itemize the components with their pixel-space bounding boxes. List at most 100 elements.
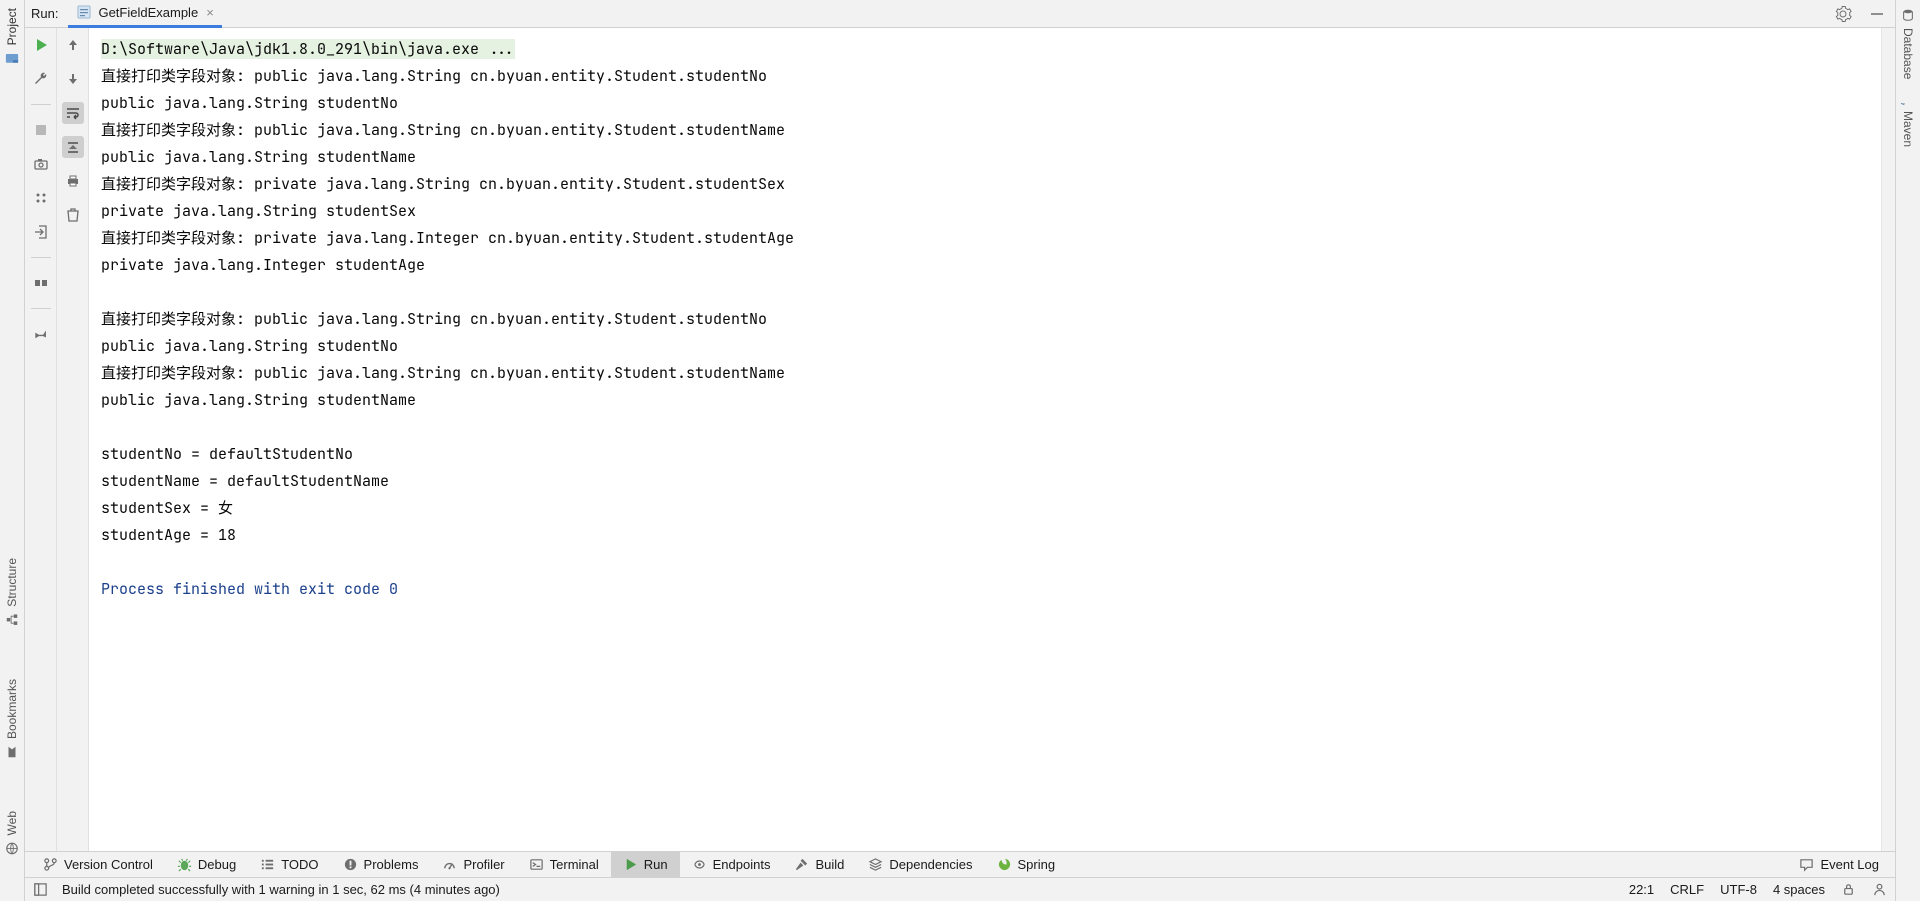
tab-label: Event Log bbox=[1820, 857, 1879, 872]
sidebar-label-web: Web bbox=[5, 811, 19, 835]
run-config-icon bbox=[76, 4, 92, 20]
run-tab[interactable]: GetFieldExample × bbox=[68, 0, 221, 28]
tab-label: Profiler bbox=[463, 857, 504, 872]
list-icon bbox=[260, 857, 275, 872]
database-icon bbox=[1901, 8, 1915, 22]
tab-spring[interactable]: Spring bbox=[985, 852, 1068, 877]
lock-icon[interactable] bbox=[1841, 882, 1856, 897]
tab-profiler[interactable]: Profiler bbox=[430, 852, 516, 877]
scroll-up-button[interactable] bbox=[62, 34, 84, 56]
tab-todo[interactable]: TODO bbox=[248, 852, 330, 877]
file-encoding[interactable]: UTF-8 bbox=[1720, 882, 1757, 897]
tab-label: TODO bbox=[281, 857, 318, 872]
gear-icon bbox=[1834, 5, 1852, 23]
tab-debug[interactable]: Debug bbox=[165, 852, 248, 877]
tab-endpoints[interactable]: Endpoints bbox=[680, 852, 783, 877]
print-button[interactable] bbox=[62, 170, 84, 192]
play-icon bbox=[33, 37, 49, 53]
sidebar-item-bookmarks[interactable]: Bookmarks bbox=[5, 673, 19, 765]
arrow-up-icon bbox=[65, 37, 81, 53]
structure-icon bbox=[5, 613, 19, 627]
dump-threads-button[interactable] bbox=[30, 153, 52, 175]
stack-icon bbox=[868, 857, 883, 872]
wrench-icon bbox=[33, 71, 49, 87]
exit-icon bbox=[33, 224, 49, 240]
hide-button[interactable] bbox=[1865, 2, 1889, 26]
stop-button[interactable] bbox=[30, 119, 52, 141]
tab-run[interactable]: Run bbox=[611, 852, 680, 877]
console-output[interactable]: D:\Software\Java\jdk1.8.0_291\bin\java.e… bbox=[89, 28, 1881, 851]
pin-button[interactable] bbox=[30, 323, 52, 345]
rerun-button[interactable] bbox=[30, 34, 52, 56]
tab-problems[interactable]: Problems bbox=[331, 852, 431, 877]
soft-wrap-icon bbox=[65, 105, 81, 121]
status-message: Build completed successfully with 1 warn… bbox=[62, 882, 500, 897]
indent-setting[interactable]: 4 spaces bbox=[1773, 882, 1825, 897]
project-icon bbox=[5, 51, 19, 65]
minimize-icon bbox=[1868, 5, 1886, 23]
hammer-icon bbox=[794, 857, 809, 872]
run-tab-label: GetFieldExample bbox=[98, 5, 198, 20]
spring-icon bbox=[997, 857, 1012, 872]
tab-terminal[interactable]: Terminal bbox=[517, 852, 611, 877]
tab-label: Debug bbox=[198, 857, 236, 872]
tab-label: Spring bbox=[1018, 857, 1056, 872]
sidebar-item-structure[interactable]: Structure bbox=[5, 552, 19, 633]
exit-button[interactable] bbox=[30, 221, 52, 243]
soft-wrap-button[interactable] bbox=[62, 102, 84, 124]
console-scrollbar[interactable] bbox=[1881, 28, 1895, 851]
bottom-toolwindow-tabs: Version Control Debug TODO Problems Prof… bbox=[25, 851, 1895, 877]
tab-version-control[interactable]: Version Control bbox=[31, 852, 165, 877]
sidebar-item-project[interactable]: Project bbox=[5, 2, 19, 71]
scroll-down-button[interactable] bbox=[62, 68, 84, 90]
pin-icon bbox=[33, 326, 49, 342]
layout-button[interactable] bbox=[30, 272, 52, 294]
close-tab-icon[interactable]: × bbox=[206, 5, 214, 20]
tab-label: Dependencies bbox=[889, 857, 972, 872]
svg-text:m: m bbox=[1901, 103, 1908, 106]
run-toolwindow-body: D:\Software\Java\jdk1.8.0_291\bin\java.e… bbox=[25, 28, 1895, 851]
main-area: Run: GetFieldExample × bbox=[25, 0, 1895, 901]
endpoints-icon bbox=[692, 857, 707, 872]
hector-icon[interactable] bbox=[1872, 882, 1887, 897]
line-separator[interactable]: CRLF bbox=[1670, 882, 1704, 897]
sidebar-item-maven[interactable]: m Maven bbox=[1901, 85, 1915, 153]
maven-icon: m bbox=[1901, 91, 1915, 105]
scroll-to-end-button[interactable] bbox=[62, 136, 84, 158]
settings-button[interactable] bbox=[1831, 2, 1855, 26]
caret-position[interactable]: 22:1 bbox=[1629, 882, 1654, 897]
tab-label: Terminal bbox=[550, 857, 599, 872]
stop-icon bbox=[33, 122, 49, 138]
warning-icon bbox=[343, 857, 358, 872]
sidebar-label-maven: Maven bbox=[1901, 111, 1915, 147]
right-tool-strip: Database m Maven bbox=[1895, 0, 1920, 901]
gauge-icon bbox=[442, 857, 457, 872]
status-right-group: 22:1 CRLF UTF-8 4 spaces bbox=[1629, 882, 1887, 897]
tab-label: Run bbox=[644, 857, 668, 872]
tab-label: Version Control bbox=[64, 857, 153, 872]
run-toolwindow-header: Run: GetFieldExample × bbox=[25, 0, 1895, 28]
status-bar: Build completed successfully with 1 warn… bbox=[25, 877, 1895, 901]
branch-icon bbox=[43, 857, 58, 872]
tab-label: Endpoints bbox=[713, 857, 771, 872]
tab-build[interactable]: Build bbox=[782, 852, 856, 877]
sidebar-item-database[interactable]: Database bbox=[1901, 2, 1915, 85]
tab-dependencies[interactable]: Dependencies bbox=[856, 852, 984, 877]
run-actions-secondary bbox=[57, 28, 89, 851]
tab-event-log[interactable]: Event Log bbox=[1789, 852, 1889, 877]
sidebar-label-structure: Structure bbox=[5, 558, 19, 607]
clear-all-button[interactable] bbox=[62, 204, 84, 226]
left-tool-strip: Project Structure Bookmarks Web bbox=[0, 0, 25, 901]
modify-run-config-button[interactable] bbox=[30, 68, 52, 90]
bookmark-icon bbox=[5, 745, 19, 759]
attach-debugger-button[interactable] bbox=[30, 187, 52, 209]
sidebar-item-web[interactable]: Web bbox=[5, 805, 19, 861]
camera-icon bbox=[33, 156, 49, 172]
sidebar-label-project: Project bbox=[5, 8, 19, 45]
tool-windows-icon[interactable] bbox=[33, 882, 48, 897]
layout-icon bbox=[33, 275, 49, 291]
run-label: Run: bbox=[31, 6, 58, 21]
tab-label: Build bbox=[815, 857, 844, 872]
sidebar-label-database: Database bbox=[1901, 28, 1915, 79]
scroll-end-icon bbox=[65, 139, 81, 155]
